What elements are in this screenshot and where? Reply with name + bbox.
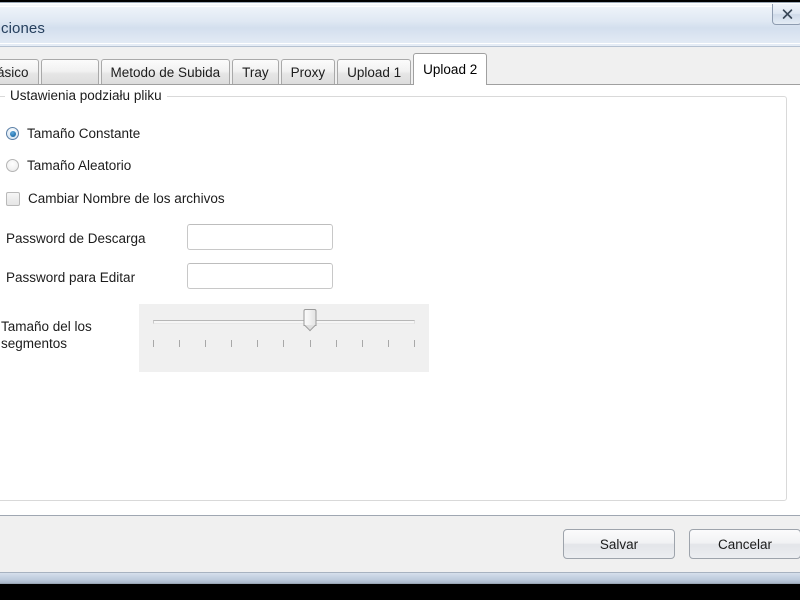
slider-tick [413, 340, 415, 347]
segment-size-label: Tamaño del los segmentos [1, 318, 131, 352]
segment-size-slider[interactable] [139, 304, 429, 372]
checkbox-cambiar-nombre-label: Cambiar Nombre de los archivos [28, 191, 225, 206]
close-icon [782, 8, 793, 20]
tab-metodo-de-subida[interactable]: Metodo de Subida [100, 59, 231, 85]
radio-tamano-constante[interactable]: Tamaño Constante [6, 126, 140, 141]
password-editar-label: Password para Editar [6, 270, 136, 285]
tab-basico[interactable]: ásico [0, 59, 39, 85]
segment-size-label-line2: segmentos [1, 336, 68, 351]
radio-tamano-aleatorio[interactable]: Tamaño Aleatorio [6, 158, 131, 173]
radio-tamano-constante-mark[interactable] [6, 127, 19, 140]
cancel-button[interactable]: Cancelar [689, 529, 800, 559]
groupbox-title: Ustawienia podziału pliku [5, 88, 167, 103]
slider-thumb[interactable] [303, 309, 317, 334]
slider-tick [179, 340, 181, 347]
tab-proxy-label: Proxy [290, 65, 326, 80]
dialog-button-bar: Salvar Cancelar [0, 515, 800, 571]
window-bottom-edge [0, 572, 800, 583]
radio-tamano-aleatorio-mark[interactable] [6, 159, 19, 172]
tab-panel-upload-2: Ustawienia podziału pliku Tamaño Constan… [0, 84, 800, 515]
close-button[interactable] [772, 4, 800, 25]
save-button[interactable]: Salvar [563, 529, 675, 559]
slider-tick [231, 340, 233, 347]
tab-upload-2-label: Upload 2 [423, 62, 478, 77]
window-title: ciones [1, 20, 45, 37]
tab-metodo-de-subida-label: Metodo de Subida [110, 65, 221, 80]
slider-tick [205, 340, 207, 347]
slider-track[interactable] [153, 320, 415, 324]
slider-tick-marks [153, 340, 415, 348]
slider-tick [309, 340, 311, 347]
slider-tick [361, 340, 363, 347]
slider-tick [335, 340, 337, 347]
password-editar-input[interactable] [187, 263, 333, 289]
slider-thumb-tip [303, 325, 317, 332]
file-split-settings-groupbox: Ustawienia podziału pliku [0, 88, 787, 501]
screen: ciones ásico Metodo de Subida Tray Proxy… [0, 0, 800, 600]
slider-tick [257, 340, 259, 347]
tab-basico-label: ásico [0, 65, 29, 80]
radio-tamano-constante-label: Tamaño Constante [27, 126, 141, 141]
tab-tray[interactable]: Tray [232, 59, 279, 85]
password-descarga-input[interactable] [187, 224, 333, 250]
window-controls [772, 4, 800, 25]
checkbox-cambiar-nombre[interactable]: Cambiar Nombre de los archivos [6, 191, 225, 206]
tab-proxy[interactable]: Proxy [280, 59, 336, 85]
tab-list: ásico Metodo de Subida Tray Proxy Upload… [0, 53, 800, 85]
slider-tick [283, 340, 285, 347]
tab-strip-filler [489, 58, 800, 85]
title-bar[interactable]: ciones [0, 3, 800, 47]
tab-upload-1[interactable]: Upload 1 [337, 59, 412, 85]
tab-upload-2[interactable]: Upload 2 [413, 53, 488, 85]
slider-thumb-tip-wrap [303, 325, 317, 334]
tab-strip: ásico Metodo de Subida Tray Proxy Upload… [0, 47, 800, 85]
tab-blank[interactable] [40, 59, 99, 85]
slider-tick [153, 340, 154, 347]
options-dialog-window: ciones ásico Metodo de Subida Tray Proxy… [0, 2, 800, 584]
password-descarga-label: Password de Descarga [6, 231, 146, 246]
title-bar-inner [0, 6, 800, 44]
tab-tray-label: Tray [242, 65, 269, 80]
slider-tick [387, 340, 389, 347]
checkbox-cambiar-nombre-mark[interactable] [6, 191, 20, 206]
radio-tamano-aleatorio-label: Tamaño Aleatorio [27, 158, 132, 173]
tab-upload-1-label: Upload 1 [347, 65, 402, 80]
slider-thumb-body [303, 309, 317, 326]
segment-size-label-line1: Tamaño del los [1, 319, 92, 334]
